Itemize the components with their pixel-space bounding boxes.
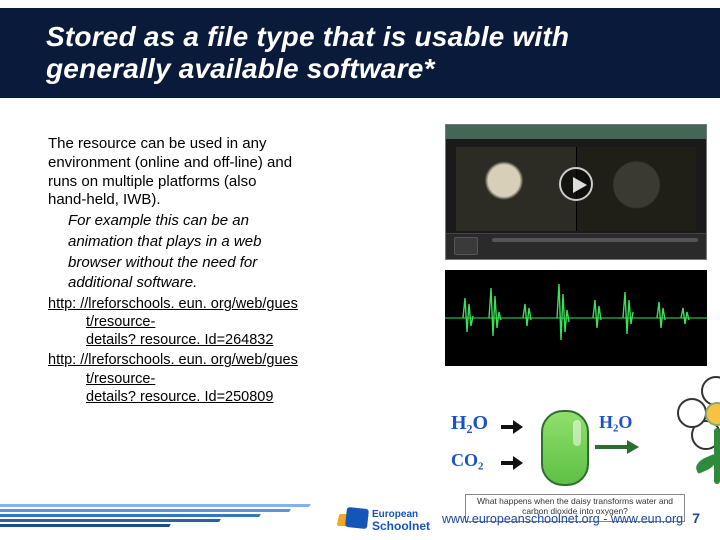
example-line: browser without the need for bbox=[48, 254, 428, 273]
body-line: environment (online and off-line) and bbox=[48, 154, 428, 173]
link-text: details? resource. Id=264832 bbox=[48, 331, 428, 349]
play-icon[interactable] bbox=[559, 167, 593, 201]
arrow-in-icon bbox=[501, 456, 525, 470]
video-controls[interactable] bbox=[446, 233, 706, 259]
schoolnet-logo-icon bbox=[338, 508, 368, 534]
image-column: H₂O CO₂ H₂O What happens when the daisy … bbox=[445, 124, 705, 524]
arrow-in-icon bbox=[501, 420, 525, 434]
footer-stripes-icon bbox=[0, 502, 330, 528]
play-button-icon[interactable] bbox=[454, 237, 478, 255]
link-text: http: //lreforschools. eun. org/web/gues bbox=[48, 352, 298, 368]
example-line: additional software. bbox=[48, 274, 428, 293]
body-line: runs on multiple platforms (also bbox=[48, 173, 428, 192]
title-band: Stored as a file type that is usable wit… bbox=[0, 8, 720, 98]
molecule-h2o: H₂O bbox=[599, 412, 632, 433]
example-line: animation that plays in a web bbox=[48, 233, 428, 252]
waveform-image bbox=[445, 270, 707, 366]
cell-icon bbox=[541, 410, 589, 486]
arrow-out-icon bbox=[595, 440, 641, 454]
footer-url: www.europeanschoolnet.org - www.eun.org bbox=[442, 512, 683, 526]
body-line: The resource can be used in any bbox=[48, 135, 428, 154]
page-number: 7 bbox=[692, 510, 700, 526]
body-line: hand-held, IWB). bbox=[48, 191, 428, 210]
slide-title: Stored as a file type that is usable wit… bbox=[46, 21, 674, 85]
video-topbar bbox=[446, 125, 706, 139]
resource-link-1[interactable]: http: //lreforschools. eun. org/web/gues… bbox=[48, 295, 428, 349]
example-line: For example this can be an bbox=[48, 212, 428, 231]
molecule-h2o: H₂O bbox=[451, 412, 488, 435]
link-text: details? resource. Id=250809 bbox=[48, 388, 428, 406]
footer-logo: European Schoolnet bbox=[338, 508, 430, 534]
molecule-co2: CO₂ bbox=[451, 450, 483, 471]
link-text: t/resource- bbox=[48, 370, 428, 388]
slide: Stored as a file type that is usable wit… bbox=[0, 0, 720, 540]
link-text: t/resource- bbox=[48, 313, 428, 331]
link-text: http: //lreforschools. eun. org/web/gues bbox=[48, 296, 298, 312]
slide-footer: European Schoolnet www.europeanschoolnet… bbox=[0, 492, 720, 540]
resource-link-2[interactable]: http: //lreforschools. eun. org/web/gues… bbox=[48, 351, 428, 405]
body-text: The resource can be used in any environm… bbox=[48, 135, 428, 406]
logo-text-line2: Schoolnet bbox=[372, 520, 430, 532]
video-thumbnail[interactable] bbox=[445, 124, 707, 260]
